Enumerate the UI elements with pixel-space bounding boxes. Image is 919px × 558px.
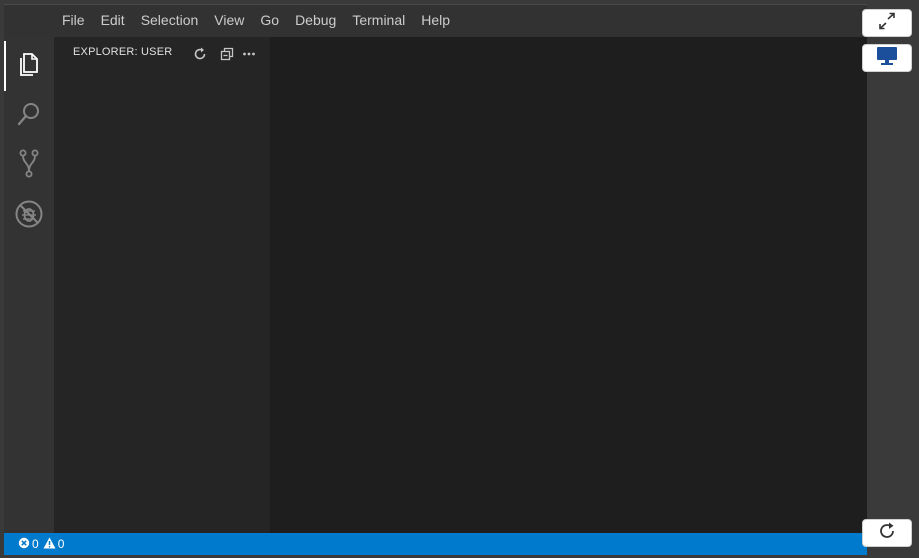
reload-button[interactable]: [862, 519, 912, 547]
warning-icon: [43, 537, 56, 552]
menubar: File Edit Selection View Go Debug Termin…: [4, 5, 867, 37]
menu-go[interactable]: Go: [252, 5, 287, 37]
editor-area[interactable]: [270, 37, 867, 533]
error-count: 0: [32, 537, 39, 551]
status-bar: 0 0: [4, 533, 867, 555]
error-icon: [18, 537, 30, 552]
search-icon: [16, 101, 42, 132]
explorer-sidebar: EXPLORER: USER: [54, 37, 270, 533]
menu-debug[interactable]: Debug: [287, 5, 344, 37]
warning-count: 0: [57, 537, 65, 551]
activity-search[interactable]: [4, 91, 54, 141]
menu-terminal[interactable]: Terminal: [344, 5, 413, 37]
menu-help[interactable]: Help: [413, 5, 458, 37]
fullscreen-icon: [877, 12, 897, 35]
fullscreen-button[interactable]: [862, 9, 912, 37]
source-control-icon: [18, 149, 40, 184]
refresh-icon[interactable]: [191, 45, 209, 63]
more-icon[interactable]: [240, 45, 258, 63]
activity-bar: [4, 37, 54, 533]
vscode-window: File Edit Selection View Go Debug Termin…: [4, 4, 867, 555]
menu-view[interactable]: View: [206, 5, 252, 37]
files-icon: [17, 51, 41, 82]
menu-edit[interactable]: Edit: [93, 5, 133, 37]
activity-explorer[interactable]: [4, 41, 54, 91]
display-button[interactable]: [862, 44, 912, 72]
sidebar-header: EXPLORER: USER: [54, 37, 270, 72]
menu-file[interactable]: File: [54, 5, 93, 37]
app-frame: File Edit Selection View Go Debug Termin…: [0, 0, 919, 558]
activity-source-control[interactable]: [4, 141, 54, 191]
debug-icon: [14, 199, 44, 234]
problems-status[interactable]: 0 0: [4, 533, 68, 555]
activity-debug[interactable]: [4, 191, 54, 241]
collapse-all-icon[interactable]: [218, 45, 236, 63]
reload-icon: [877, 521, 897, 546]
menu-selection[interactable]: Selection: [133, 5, 207, 37]
sidebar-title: EXPLORER: USER: [73, 46, 173, 58]
menubar-spacer: [4, 5, 54, 37]
monitor-icon: [876, 46, 898, 71]
